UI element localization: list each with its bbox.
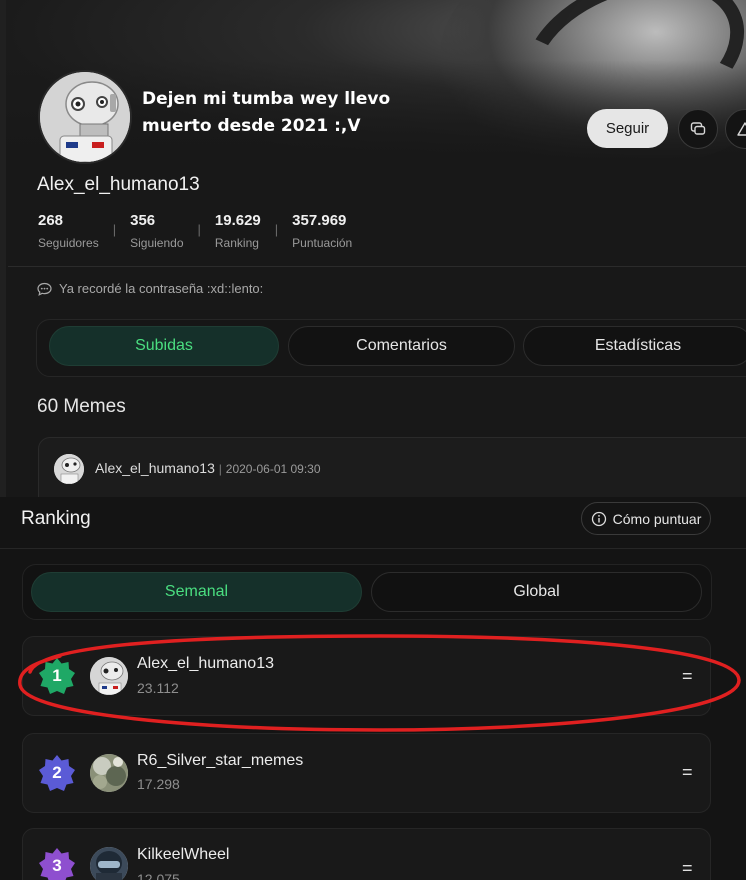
profile-status: Ya recordé la contraseña :xd::lento: [37,281,263,296]
ranking-username[interactable]: KilkeelWheel [137,846,229,864]
ranking-title: Ranking [21,508,91,529]
post-meta: Alex_el_humano13 | 2020-06-01 09:30 [95,460,321,476]
speech-bubble-icon [37,282,52,296]
profile-bio: Dejen mi tumba wey llevo muerto desde 20… [142,89,391,136]
rank-trend-indicator: = [682,858,693,878]
follow-button[interactable]: Seguir [587,109,668,148]
helmet-avatar-image [90,847,128,880]
stat-separator: | [112,222,117,237]
rank-badge: 2 [38,754,76,792]
stat-value: 19.629 [214,212,261,229]
ranking-username[interactable]: R6_Silver_star_memes [137,752,303,770]
rank-number: 1 [52,666,62,685]
post-author-avatar[interactable] [54,454,84,484]
post-author[interactable]: Alex_el_humano13 [95,460,215,476]
stat-label: Puntuación [292,236,353,250]
robot-avatar-image [90,657,128,695]
how-to-score-label: Cómo puntuar [612,510,702,527]
profile-avatar [38,70,132,164]
meme-count: 60 Memes [37,396,126,417]
stat-separator: | [274,222,279,237]
rank-number: 3 [52,856,62,875]
stat-ranking: 19.629 Ranking [215,212,261,250]
profile-panel: Dejen mi tumba wey llevo muerto desde 20… [0,0,746,497]
info-icon [591,511,606,526]
warning-icon [737,122,746,136]
camo-avatar-image [90,754,128,792]
status-text: Ya recordé la contraseña :xd::lento: [59,281,264,296]
stat-value: 268 [38,212,64,229]
profile-divider [8,266,746,267]
tab-uploads[interactable]: Subidas [49,326,279,366]
ranking-score: 12.075 [137,871,180,880]
ranking-avatar[interactable] [90,657,128,695]
screenshot-root: Dejen mi tumba wey llevo muerto desde 20… [0,0,746,880]
stat-value: 356 [130,212,156,229]
ranking-avatar[interactable] [90,754,128,792]
how-to-score-button[interactable]: Cómo puntuar [581,502,711,535]
ranking-score: 17.298 [137,776,180,792]
ranking-score: 23.112 [137,680,179,696]
stat-separator: | [197,222,201,237]
profile-stats: 268 Seguidores | 356 Siguiendo | 19.629 … [38,212,352,250]
ranking-avatar[interactable] [90,847,128,880]
rank-badge: 3 [38,847,76,880]
robot-avatar-image [54,454,84,484]
post-date: 2020-06-01 09:30 [225,462,321,476]
rank-trend-indicator: = [682,762,693,782]
tab-comments[interactable]: Comentarios [288,326,515,366]
stat-score: 357.969 Puntuación [292,212,352,250]
stat-value: 357.969 [292,212,347,229]
robot-avatar-image [40,72,130,162]
rank-trend-indicator: = [682,666,693,686]
profile-username: Alex_el_humano13 [37,174,200,195]
message-button[interactable] [678,109,718,149]
chat-icon [690,122,706,135]
stat-label: Siguiendo [130,236,184,250]
ranking-username[interactable]: Alex_el_humano13 [137,655,274,673]
rank-number: 2 [52,763,62,782]
rank-badge: 1 [38,657,76,695]
tab-global[interactable]: Global [371,572,702,612]
stat-label: Seguidores [38,236,99,250]
post-meta-separator: | [218,462,222,476]
ranking-divider [0,548,746,549]
tab-weekly[interactable]: Semanal [31,572,362,612]
stat-following[interactable]: 356 Siguiendo [130,212,183,250]
stat-followers[interactable]: 268 Seguidores [38,212,99,250]
tab-statistics[interactable]: Estadísticas [523,326,746,366]
stat-label: Ranking [214,236,259,250]
